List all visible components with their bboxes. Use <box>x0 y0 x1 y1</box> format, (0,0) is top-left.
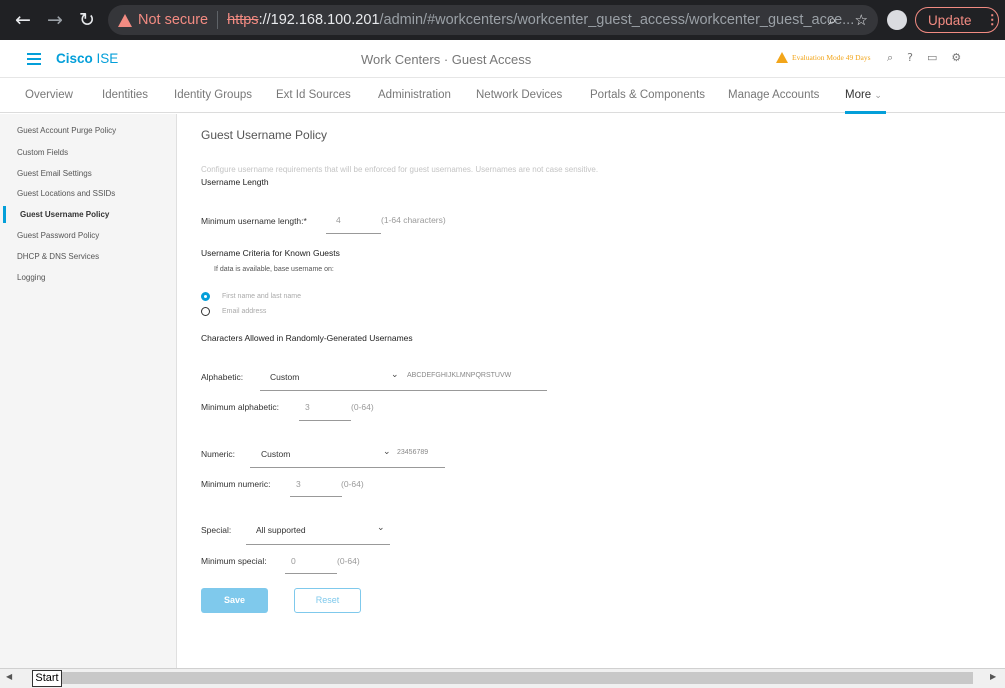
url-host: ://192.168.100.201 <box>258 12 380 28</box>
reload-icon[interactable]: ↻ <box>74 9 100 31</box>
hamburger-menu-icon[interactable] <box>27 53 41 68</box>
evaluation-notice[interactable]: Evaluation Mode 49 Days <box>776 52 871 63</box>
browser-toolbar: ← → ↻ Not secure https ://192.168.100.20… <box>0 0 1005 40</box>
tab-identity-groups[interactable]: Identity Groups <box>174 89 252 101</box>
username-length-heading: Username Length <box>201 177 269 187</box>
numeric-select-value[interactable]: Custom <box>261 449 290 459</box>
address-bar-icons: ⌕ ☆ <box>828 11 868 29</box>
update-label: Update <box>928 12 972 28</box>
min-alphabetic-underline <box>299 420 351 421</box>
min-numeric-hint: (0-64) <box>341 479 364 489</box>
main-content: Guest Username Policy Configure username… <box>178 114 1005 668</box>
chevron-down-icon[interactable]: ⌄ <box>377 523 385 533</box>
min-special-label: Minimum special: <box>201 556 267 566</box>
min-length-label: Minimum username length:* <box>201 216 307 226</box>
sidebar-item-dhcp-dns-services[interactable]: DHCP & DNS Services <box>17 252 99 261</box>
min-numeric-input[interactable]: 3 <box>296 479 301 489</box>
profile-avatar[interactable] <box>887 10 907 30</box>
alphabetic-label: Alphabetic: <box>201 372 244 382</box>
min-alphabetic-input[interactable]: 3 <box>305 402 310 412</box>
brand-logo[interactable]: Cisco ISE <box>56 51 118 66</box>
bookmark-star-icon[interactable]: ☆ <box>855 11 868 29</box>
tab-overview[interactable]: Overview <box>25 89 73 101</box>
back-icon[interactable]: ← <box>10 9 36 31</box>
chevron-down-icon: ⌄ <box>874 91 882 101</box>
zoom-icon[interactable]: ⌕ <box>828 11 836 29</box>
kebab-menu-icon: ⋮ <box>985 12 1000 27</box>
min-length-hint: (1-64 characters) <box>381 215 446 225</box>
scroll-left-icon[interactable]: ◀ <box>6 672 12 681</box>
min-special-underline <box>285 573 337 574</box>
scroll-right-icon[interactable]: ▶ <box>990 672 996 681</box>
url-path: /admin/#workcenters/workcenter_guest_acc… <box>379 12 855 28</box>
sidebar-item-guest-password-policy[interactable]: Guest Password Policy <box>17 231 99 240</box>
breadcrumb: Work Centers · Guest Access <box>361 52 532 67</box>
sidebar-item-custom-fields[interactable]: Custom Fields <box>17 148 68 157</box>
horizontal-scrollbar[interactable] <box>62 672 973 684</box>
tab-ext-id-sources[interactable]: Ext Id Sources <box>276 89 351 101</box>
sidebar-item-logging[interactable]: Logging <box>17 273 45 282</box>
sidebar-item-guest-username-policy[interactable]: Guest Username Policy <box>3 206 177 223</box>
help-icon[interactable]: ? <box>907 51 913 65</box>
numeric-label: Numeric: <box>201 449 236 459</box>
min-alphabetic-label: Minimum alphabetic: <box>201 402 279 412</box>
min-alphabetic-hint: (0-64) <box>351 402 374 412</box>
tab-more[interactable]: More ⌄ <box>845 89 886 114</box>
evaluation-label: Evaluation Mode 49 Days <box>792 53 871 62</box>
characters-heading: Characters Allowed in Randomly-Generated… <box>201 333 413 343</box>
chevron-down-icon[interactable]: ⌄ <box>391 370 399 380</box>
special-label: Special: <box>201 525 232 535</box>
warning-icon <box>118 13 132 27</box>
radio-first-last-label: First name and last name <box>222 293 301 300</box>
criteria-subtext: If data is available, base username on: <box>214 266 334 273</box>
alphabetic-select-value[interactable]: Custom <box>270 372 299 382</box>
special-select-value[interactable]: All supported <box>256 525 306 535</box>
tab-identities[interactable]: Identities <box>102 89 148 101</box>
sidebar-item-guest-locations-ssids[interactable]: Guest Locations and SSIDs <box>17 189 115 198</box>
min-length-input[interactable]: 4 <box>336 215 341 225</box>
numeric-select-underline <box>250 467 445 468</box>
special-select-underline <box>246 544 390 545</box>
radio-email-address[interactable] <box>201 307 210 316</box>
radio-email-label: Email address <box>222 308 267 315</box>
app-header: Cisco ISE Work Centers · Guest Access Ev… <box>0 40 1005 78</box>
not-secure-label: Not secure <box>138 12 209 28</box>
page-title: Guest Username Policy <box>201 128 328 142</box>
criteria-heading: Username Criteria for Known Guests <box>201 248 340 258</box>
tab-portals-components[interactable]: Portals & Components <box>590 89 705 101</box>
numeric-chars[interactable]: 23456789 <box>397 449 428 456</box>
tab-administration[interactable]: Administration <box>378 89 451 101</box>
address-bar[interactable]: Not secure https ://192.168.100.201 /adm… <box>108 5 878 35</box>
sidebar: Guest Account Purge Policy Custom Fields… <box>0 114 177 668</box>
address-separator <box>217 11 219 29</box>
reset-button[interactable]: Reset <box>294 588 361 613</box>
chevron-down-icon[interactable]: ⌄ <box>383 447 391 457</box>
radio-first-last-name[interactable] <box>201 292 210 301</box>
security-warning[interactable]: Not secure <box>118 12 208 28</box>
url-scheme: https <box>227 12 259 28</box>
min-numeric-underline <box>290 496 342 497</box>
save-button[interactable]: Save <box>201 588 268 613</box>
min-special-input[interactable]: 0 <box>291 556 296 566</box>
top-tabs: Overview Identities Identity Groups Ext … <box>0 78 1005 114</box>
update-button[interactable]: Update ⋮ <box>915 7 999 33</box>
alphabetic-chars[interactable]: ABCDEFGHIJKLMNPQRSTUVW <box>407 372 511 379</box>
gear-icon[interactable]: ⚙ <box>951 51 961 65</box>
tab-network-devices[interactable]: Network Devices <box>476 89 562 101</box>
min-numeric-label: Minimum numeric: <box>201 479 271 489</box>
bottom-bar: ◀ Start ▶ <box>0 668 1005 688</box>
min-length-underline <box>326 233 381 234</box>
alphabetic-select-underline <box>260 390 547 391</box>
search-icon[interactable]: ⌕ <box>887 51 893 65</box>
page-description: Configure username requirements that wil… <box>201 165 599 174</box>
tab-manage-accounts[interactable]: Manage Accounts <box>728 89 819 101</box>
min-special-hint: (0-64) <box>337 556 360 566</box>
sidebar-item-guest-email-settings[interactable]: Guest Email Settings <box>17 169 92 178</box>
warning-icon <box>776 52 788 63</box>
header-icons: ⌕ ? ▭ ⚙ <box>887 51 961 65</box>
forward-icon[interactable]: → <box>42 9 68 31</box>
dashboard-icon[interactable]: ▭ <box>927 51 937 65</box>
sidebar-item-guest-account-purge-policy[interactable]: Guest Account Purge Policy <box>17 126 116 135</box>
start-button[interactable]: Start <box>32 670 62 687</box>
